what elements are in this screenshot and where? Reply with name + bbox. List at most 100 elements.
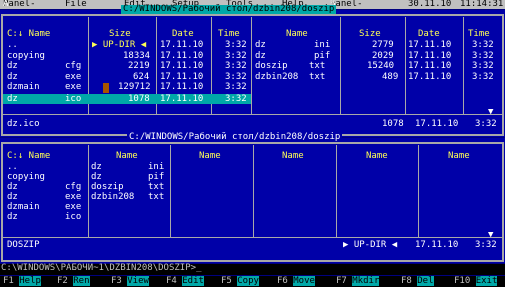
list-item[interactable]: dzbin208 xyxy=(255,73,298,82)
selection-marker xyxy=(103,83,109,93)
list-item[interactable]: copying xyxy=(7,173,45,182)
list-item-date: 17.11.10 xyxy=(160,40,204,50)
command-line[interactable]: C:\WINDOWS\РАБОЧИ~1\DZBIN208\DOSZIP>_ xyxy=(0,264,505,275)
list-item[interactable]: dzbin208 xyxy=(91,193,134,202)
list-item-time: 3:32 xyxy=(225,40,247,50)
list-item[interactable]: dz xyxy=(91,173,102,182)
status-file-date: 17.11.10 xyxy=(415,119,459,129)
list-item-date: 17.11.10 xyxy=(408,40,452,50)
list-item[interactable]: .. xyxy=(7,41,18,50)
list-item-date: 17.11.10 xyxy=(160,61,204,71)
column-header-name[interactable]: C:↓ Name xyxy=(7,30,50,39)
list-item[interactable]: dzmain xyxy=(7,83,40,92)
list-item-size: 2219 xyxy=(128,61,150,71)
list-item-ext: ico xyxy=(65,94,82,104)
list-item-size: 2779 xyxy=(372,40,394,50)
list-item-size: 15240 xyxy=(367,61,395,71)
status-file-time: 3:32 xyxy=(475,240,497,250)
list-item-ext: pif xyxy=(148,172,165,182)
list-item-ext: exe xyxy=(65,72,82,82)
list-item-ext: txt xyxy=(309,61,326,71)
list-item-selected[interactable]: dz xyxy=(7,95,18,104)
list-item-size: ▶ UP-DIR ◀ xyxy=(92,40,147,50)
column-header-time-right[interactable]: Time xyxy=(468,30,490,39)
f10-exit-button[interactable]: F10 Exit xyxy=(454,276,498,286)
list-item-date: 17.11.10 xyxy=(408,72,452,82)
scroll-down-icon[interactable]: ▼ xyxy=(488,231,493,240)
list-item-ext: exe xyxy=(65,82,82,92)
column-header-name[interactable]: Name xyxy=(448,152,470,161)
list-item-size: 1078 xyxy=(128,94,150,104)
column-header-name[interactable]: Name xyxy=(366,152,388,161)
list-item[interactable]: .. xyxy=(7,163,18,172)
list-item-time: 3:32 xyxy=(225,51,247,61)
list-item-date: 17.11.10 xyxy=(160,51,204,61)
list-item-ext: exe xyxy=(65,192,82,202)
list-item-size: 129712 xyxy=(118,82,151,92)
status-file-name: DOSZIP xyxy=(7,240,40,250)
top-panel: C:/WINDOWS/Рабочий стол/dzbin208/doszip … xyxy=(0,5,505,137)
list-item-date: 17.11.10 xyxy=(160,94,204,104)
list-item[interactable]: dzmain xyxy=(7,203,40,212)
list-item-time: 3:32 xyxy=(472,51,494,61)
list-item-ext: exe xyxy=(65,202,82,212)
list-item[interactable]: copying xyxy=(7,52,45,61)
f8-del-button[interactable]: F8 Del xyxy=(401,276,434,286)
column-header-name-right[interactable]: Name xyxy=(286,30,308,39)
list-item-time: 3:32 xyxy=(225,94,247,104)
column-header-time[interactable]: Time xyxy=(218,30,240,39)
f6-move-button[interactable]: F6 Move xyxy=(277,276,315,286)
column-header-name[interactable]: Name xyxy=(116,152,138,161)
status-file-name: dz.ico xyxy=(7,119,40,129)
list-item-ext: pif xyxy=(314,51,331,61)
column-header-name[interactable]: Name xyxy=(199,152,221,161)
status-file-size: ▶ UP-DIR ◀ xyxy=(343,240,398,250)
function-key-bar: F1 Help F2 Ren F3 View F4 Edit F5 Copy F… xyxy=(0,276,505,287)
f7-mkdir-button[interactable]: F7 Mkdir xyxy=(336,276,380,286)
list-item-size: 624 xyxy=(133,72,150,82)
selected-row-highlight xyxy=(3,94,251,104)
column-header-size-right[interactable]: Size xyxy=(359,30,381,39)
column-header-name[interactable]: Name xyxy=(282,152,304,161)
column-header-name[interactable]: C:↓ Name xyxy=(7,152,50,161)
bottom-panel-title: C:/WINDOWS/Рабочий стол/dzbin208/doszip xyxy=(127,132,343,142)
list-item-time: 3:32 xyxy=(225,61,247,71)
list-item-ext: txt xyxy=(309,72,326,82)
list-item-time: 3:32 xyxy=(225,72,247,82)
list-item-date: 17.11.10 xyxy=(160,82,204,92)
f1-help-button[interactable]: F1 Help xyxy=(3,276,41,286)
list-item[interactable]: dz xyxy=(91,163,102,172)
menu-file[interactable]: File xyxy=(65,0,87,9)
list-item-time: 3:32 xyxy=(225,82,247,92)
column-header-date-right[interactable]: Date xyxy=(418,30,440,39)
status-file-time: 3:32 xyxy=(475,119,497,129)
list-item-ext: txt xyxy=(148,192,165,202)
f2-ren-button[interactable]: F2 Ren xyxy=(57,276,90,286)
list-item-date: 17.11.10 xyxy=(408,61,452,71)
list-item-time: 3:32 xyxy=(472,40,494,50)
list-item-ext: ini xyxy=(148,162,165,172)
column-header-size[interactable]: Size xyxy=(109,30,131,39)
f3-view-button[interactable]: F3 View xyxy=(111,276,149,286)
list-item[interactable]: dz xyxy=(7,193,18,202)
menu-time: 11:14:31 xyxy=(460,0,504,9)
list-item[interactable]: dz xyxy=(7,62,18,71)
list-item[interactable]: doszip xyxy=(91,183,124,192)
list-item-date: 17.11.10 xyxy=(408,51,452,61)
list-item[interactable]: dz xyxy=(7,213,18,222)
list-item[interactable]: doszip xyxy=(255,62,288,71)
list-item[interactable]: dz xyxy=(7,73,18,82)
column-header-date[interactable]: Date xyxy=(172,30,194,39)
list-item-size: 18334 xyxy=(123,51,151,61)
list-item-ext: cfg xyxy=(65,182,82,192)
status-file-date: 17.11.10 xyxy=(415,240,459,250)
list-item[interactable]: dz xyxy=(255,52,266,61)
f5-copy-button[interactable]: F5 Copy xyxy=(221,276,259,286)
list-item[interactable]: dz xyxy=(255,41,266,50)
list-item[interactable]: dz xyxy=(7,183,18,192)
list-item-size: 2029 xyxy=(372,51,394,61)
scroll-down-icon[interactable]: ▼ xyxy=(488,108,493,117)
list-item-size: 489 xyxy=(382,72,399,82)
list-item-time: 3:32 xyxy=(472,61,494,71)
f4-edit-button[interactable]: F4 Edit xyxy=(166,276,204,286)
